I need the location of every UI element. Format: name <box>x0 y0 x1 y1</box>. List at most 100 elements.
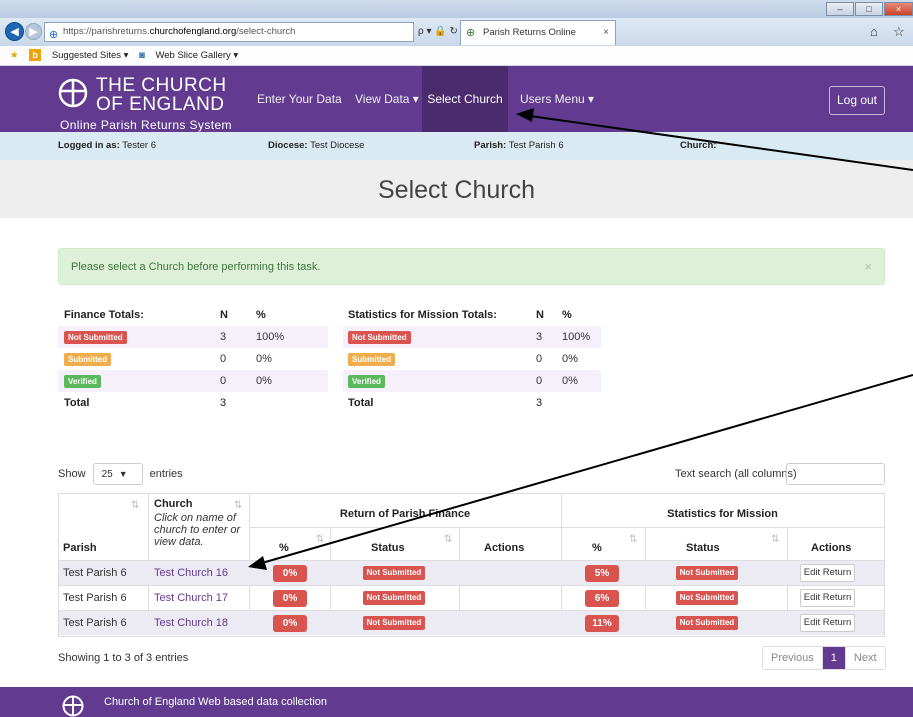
suggested-sites-link[interactable]: Suggested Sites ▾ <box>52 50 129 61</box>
finance-row-verified: Verified 0 0% <box>58 370 328 392</box>
church-link[interactable]: Test Church 17 <box>154 586 228 610</box>
favorites-bar: ★ b Suggested Sites ▾ ◙ Web Slice Galler… <box>0 46 913 66</box>
browser-toolbar: ◀ ▶ ⊕ https://parishreturns.churchofengla… <box>0 18 913 46</box>
home-icon[interactable]: ⌂ <box>870 24 878 39</box>
logout-button[interactable]: Log out <box>829 86 885 115</box>
mission-totals-title: Statistics for Mission Totals: <box>348 309 497 321</box>
globe-icon: ⊕ <box>49 29 59 41</box>
mission-total-label: Total <box>348 397 374 409</box>
mission-pct-header: % <box>562 309 572 321</box>
site-footer: Church of England Web based data collect… <box>0 687 913 717</box>
diocese-value: Test Diocese <box>310 140 365 151</box>
finance-pct-badge: 0% <box>273 615 307 632</box>
finance-totals-table: Finance Totals: N % Not Submitted 3 100%… <box>58 304 328 434</box>
table-row: Test Parish 6 Test Church 18 0% Not Subm… <box>59 610 884 635</box>
browser-tab[interactable]: ⊕ Parish Returns Online × <box>460 20 616 45</box>
church-cross-logo-icon <box>62 695 84 717</box>
edit-return-button[interactable]: Edit Return <box>800 614 855 632</box>
sort-icon[interactable]: ⇅ <box>444 534 452 545</box>
church-link[interactable]: Test Church 16 <box>154 561 228 585</box>
edit-return-button[interactable]: Edit Return <box>800 564 855 582</box>
sort-icon[interactable]: ⇅ <box>771 534 779 545</box>
nav-view-data[interactable]: View Data ▾ <box>355 66 419 132</box>
finance-n-value: 0 <box>220 375 227 387</box>
select-church-alert: Please select a Church before performing… <box>58 248 885 285</box>
show-label: Show <box>58 468 86 480</box>
next-page-button[interactable]: Next <box>846 647 885 669</box>
alert-close-icon[interactable]: × <box>864 249 872 285</box>
church-favicon-icon: ⊕ <box>466 27 476 39</box>
finance-status-badge: Not Submitted <box>363 616 425 630</box>
table-info: Showing 1 to 3 of 3 entries <box>58 652 189 664</box>
mission-status-header[interactable]: Status <box>686 542 720 554</box>
nav-select-church[interactable]: Select Church <box>422 66 508 132</box>
browser-title-bar: – □ × <box>0 0 913 18</box>
mission-totals-table: Statistics for Mission Totals: N % Not S… <box>343 304 601 434</box>
mission-pct-value: 100% <box>562 331 591 343</box>
church-column-header[interactable]: Church <box>154 498 193 510</box>
nav-users-menu[interactable]: Users Menu ▾ <box>520 66 594 132</box>
mission-row-submitted: Submitted 0 0% <box>343 348 601 370</box>
edit-return-button[interactable]: Edit Return <box>800 589 855 607</box>
diocese-info: Diocese: Test Diocese <box>268 132 364 160</box>
tab-close-icon[interactable]: × <box>603 21 609 45</box>
nav-enter-your-data[interactable]: Enter Your Data <box>257 66 342 132</box>
table-row: Test Parish 6 Test Church 16 0% Not Subm… <box>59 560 884 585</box>
search-input[interactable] <box>786 463 885 485</box>
address-bar[interactable]: ⊕ https://parishreturns.churchofengland.o… <box>44 22 414 42</box>
page-title: Select Church <box>0 160 913 218</box>
finance-totals-header: Finance Totals: N % <box>58 304 328 326</box>
sort-icon[interactable]: ⇅ <box>316 534 324 545</box>
status-badge: Not Submitted <box>64 330 127 344</box>
table-row: Test Parish 6 Test Church 17 0% Not Subm… <box>59 585 884 610</box>
parish-cell: Test Parish 6 <box>63 567 127 579</box>
url-path: /select-church <box>236 26 296 37</box>
mission-pct-badge: 6% <box>585 590 619 607</box>
page-1-button[interactable]: 1 <box>821 647 846 669</box>
back-button[interactable]: ◀ <box>5 22 24 41</box>
finance-pct-header[interactable]: % <box>279 542 289 554</box>
sort-icon[interactable]: ⇅ <box>131 500 139 511</box>
finance-status-header[interactable]: Status <box>371 542 405 554</box>
mission-pct-value: 0% <box>562 353 578 365</box>
mission-status-badge: Not Submitted <box>676 591 738 605</box>
parish-info: Parish: Test Parish 6 <box>474 132 564 160</box>
mission-pct-header[interactable]: % <box>592 542 602 554</box>
forward-button[interactable]: ▶ <box>25 23 42 40</box>
favorites-star-icon[interactable]: ☆ <box>893 24 905 40</box>
finance-pct-value: 0% <box>256 375 272 387</box>
url-domain: churchofengland.org <box>149 26 237 37</box>
finance-n-header: N <box>220 309 228 321</box>
finance-pct-badge: 0% <box>273 590 307 607</box>
mission-pct-badge: 11% <box>585 615 619 632</box>
logo-line-1: THE CHURCH <box>96 75 227 96</box>
church-link[interactable]: Test Church 18 <box>154 611 228 635</box>
mission-group-header: Statistics for Mission <box>667 508 778 520</box>
previous-page-button[interactable]: Previous <box>763 647 822 669</box>
maximize-button[interactable]: □ <box>855 2 883 16</box>
pagination: Previous 1 Next <box>762 646 886 670</box>
finance-totals-title: Finance Totals: <box>64 309 144 321</box>
favorites-star-icon[interactable]: ★ <box>10 50 19 61</box>
status-badge: Submitted <box>64 352 112 366</box>
mission-status-badge: Not Submitted <box>676 616 738 630</box>
page-size-select[interactable]: 25 ▼ <box>92 463 143 486</box>
page-size-control: Show 25 ▼ entries <box>58 463 183 486</box>
mission-n-value: 0 <box>536 375 543 387</box>
minimize-button[interactable]: – <box>826 2 854 16</box>
sort-icon[interactable]: ⇅ <box>629 534 637 545</box>
address-actions[interactable]: ρ ▾ 🔒 ↻ <box>418 22 458 42</box>
close-window-button[interactable]: × <box>884 2 913 16</box>
mission-actions-header: Actions <box>811 542 852 554</box>
mission-totals-header: Statistics for Mission Totals: N % <box>343 304 601 326</box>
logo-line-2: OF ENGLAND <box>96 94 225 115</box>
parish-column-header[interactable]: Parish <box>63 542 97 554</box>
finance-total-label: Total <box>64 397 90 409</box>
entries-label: entries <box>149 468 183 480</box>
church-info: Church: <box>680 132 716 160</box>
web-slice-gallery-link[interactable]: Web Slice Gallery ▾ <box>155 50 238 61</box>
sort-icon[interactable]: ⇅ <box>234 500 242 511</box>
alert-message: Please select a Church before performing… <box>71 261 321 273</box>
status-badge: Verified <box>64 374 101 388</box>
session-info-bar: Logged in as: Tester 6 Diocese: Test Dio… <box>0 132 913 160</box>
